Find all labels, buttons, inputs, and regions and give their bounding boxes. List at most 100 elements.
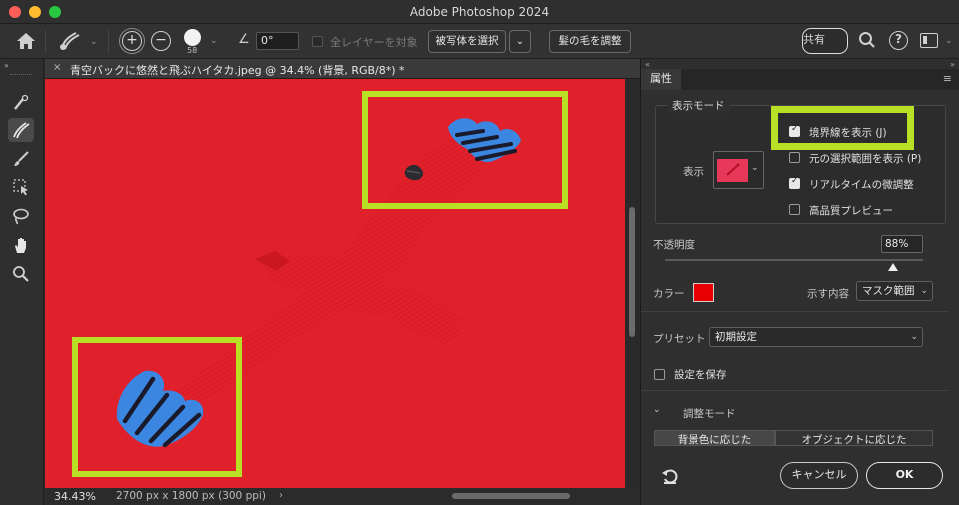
- tool-preset-chevron-icon[interactable]: ⌄: [90, 37, 98, 47]
- document-info: 2700 px x 1800 px (300 ppi): [116, 490, 266, 502]
- overlay-color-swatch[interactable]: [693, 283, 714, 302]
- hand-tool[interactable]: [8, 233, 34, 257]
- subtract-from-selection-button[interactable]: −: [151, 31, 171, 51]
- show-dropdown[interactable]: マスク範囲 ⌄: [856, 281, 933, 301]
- angle-icon: ∠: [238, 32, 250, 47]
- opacity-slider-track[interactable]: [665, 259, 923, 261]
- sample-all-layers-checkbox[interactable]: [312, 36, 323, 47]
- color-label: カラー: [653, 288, 685, 300]
- brush-size-preview-icon[interactable]: [184, 29, 201, 46]
- realtime-refine-checkbox[interactable]: [789, 176, 800, 189]
- divider: [641, 390, 949, 391]
- document-title: 青空バックに悠然と飛ぶハイタカ.jpeg @ 34.4% (背景, RGB/8*…: [70, 64, 405, 77]
- realtime-refine-option[interactable]: リアルタイムの微調整: [789, 176, 959, 191]
- hq-preview-label: 高品質プレビュー: [809, 205, 893, 217]
- view-mode-chevron-icon: ⌄: [751, 163, 759, 173]
- panel-tab-row: 属性 ≡: [641, 69, 959, 90]
- hawk-mask-overlay: [72, 91, 568, 477]
- zoom-icon: [13, 266, 29, 282]
- tools-panel: »: [0, 59, 44, 505]
- brush-tool[interactable]: [8, 147, 34, 171]
- highlight-box-show-edge: [771, 106, 914, 150]
- segment-color-aware[interactable]: 背景色に応じた: [654, 430, 775, 446]
- object-selection-tool[interactable]: [8, 175, 34, 199]
- quick-selection-icon: [14, 94, 29, 110]
- cancel-button[interactable]: キャンセル: [780, 462, 858, 489]
- horizontal-scroll-thumb[interactable]: [452, 493, 570, 499]
- view-mode-dropdown[interactable]: ⌄: [713, 151, 764, 189]
- reset-icon[interactable]: [661, 467, 679, 485]
- hand-icon: [15, 238, 26, 253]
- toolbar-grip[interactable]: [10, 74, 32, 76]
- collapse-panels-icon[interactable]: »: [950, 60, 955, 69]
- opacity-input[interactable]: 88%: [881, 235, 923, 253]
- sample-all-layers-label: 全レイヤーを対象: [330, 36, 418, 49]
- save-settings-label: 設定を保存: [674, 369, 727, 381]
- angle-input[interactable]: 0°: [256, 32, 299, 50]
- brush-size-chevron-icon[interactable]: ⌄: [210, 36, 218, 46]
- select-subject-dropdown-button[interactable]: ⌄: [509, 30, 531, 53]
- opacity-slider-thumb[interactable]: [888, 263, 898, 271]
- status-info-chevron-icon[interactable]: ›: [279, 490, 283, 501]
- panel-topbar: « »: [641, 59, 959, 69]
- window-title: Adobe Photoshop 2024: [409, 5, 550, 19]
- refine-brush-tool-icon[interactable]: [58, 31, 84, 51]
- share-button[interactable]: 共有: [802, 28, 848, 54]
- expand-chevron-icon[interactable]: ⌄: [653, 405, 661, 415]
- add-to-selection-button[interactable]: +: [119, 28, 145, 54]
- chevron-down-icon: ⌄: [910, 332, 918, 342]
- refine-edge-brush-icon: [13, 122, 30, 139]
- expand-panels-icon[interactable]: «: [645, 60, 650, 69]
- show-original-option[interactable]: 元の選択範囲を表示 (P): [789, 151, 959, 165]
- home-icon[interactable]: [16, 32, 36, 50]
- opacity-label: 不透明度: [653, 239, 695, 251]
- tab-properties[interactable]: 属性: [641, 69, 681, 90]
- help-icon[interactable]: ?: [889, 31, 908, 50]
- refine-hair-button[interactable]: 髪の毛を調整: [549, 30, 631, 53]
- adjust-mode-label: 調整モード: [683, 408, 736, 420]
- chevron-down-icon: ⌄: [920, 286, 928, 296]
- workspace-icon[interactable]: [920, 33, 938, 48]
- segment-object-aware[interactable]: オブジェクトに応じた: [775, 430, 933, 446]
- vertical-scrollbar[interactable]: [625, 79, 639, 488]
- view-mode-preview: [717, 159, 748, 182]
- status-bar: 34.43% 2700 px x 1800 px (300 ppi) ›: [45, 488, 640, 505]
- divider: [641, 311, 949, 312]
- select-subject-button[interactable]: 被写体を選択: [428, 30, 506, 53]
- panel-menu-icon[interactable]: ≡: [943, 72, 952, 85]
- title-bar: Adobe Photoshop 2024: [0, 0, 959, 24]
- zoom-level[interactable]: 34.43%: [54, 490, 96, 503]
- view-label: 表示: [683, 166, 704, 178]
- options-bar: ⌄ + − 58 ⌄ ∠ 0° 全レイヤーを対象 被写体を選択 ⌄ 髪の毛を調整…: [0, 24, 959, 59]
- brush-size-value: 58: [187, 46, 198, 55]
- vertical-scroll-thumb[interactable]: [629, 207, 635, 337]
- ok-button[interactable]: OK: [866, 462, 943, 489]
- show-dropdown-value: マスク範囲: [862, 285, 915, 297]
- quick-selection-tool[interactable]: [8, 91, 34, 115]
- realtime-refine-label: リアルタイムの微調整: [809, 179, 914, 191]
- refine-edge-brush-tool[interactable]: [8, 118, 34, 142]
- preset-dropdown-value: 初期設定: [715, 331, 757, 343]
- close-document-icon[interactable]: ×: [53, 62, 61, 73]
- preset-label: プリセット: [653, 333, 706, 345]
- brush-icon: [14, 151, 29, 166]
- lasso-icon: [13, 208, 29, 225]
- lasso-tool[interactable]: [8, 204, 34, 228]
- show-original-checkbox[interactable]: [789, 152, 800, 163]
- object-selection-icon: [13, 179, 28, 195]
- separator: [108, 30, 109, 53]
- search-icon[interactable]: [858, 31, 876, 49]
- collapse-toolbar-icon[interactable]: »: [4, 61, 9, 70]
- preset-dropdown[interactable]: 初期設定 ⌄: [709, 327, 923, 347]
- zoom-tool[interactable]: [8, 262, 34, 286]
- show-original-label: 元の選択範囲を表示 (P): [809, 153, 922, 165]
- document-tab[interactable]: × 青空バックに悠然と飛ぶハイタカ.jpeg @ 34.4% (背景, RGB/…: [45, 59, 640, 79]
- hq-preview-option[interactable]: 高品質プレビュー: [789, 203, 959, 217]
- canvas[interactable]: [45, 79, 625, 488]
- separator: [45, 30, 46, 53]
- properties-panel: « » 属性 ≡ 表示モード 表示 ⌄ 境界線を表示 (J) 元の選択範囲を表示…: [640, 59, 959, 505]
- workspace-chevron-icon[interactable]: ⌄: [945, 36, 953, 46]
- save-settings-checkbox[interactable]: [654, 369, 665, 380]
- hq-preview-checkbox[interactable]: [789, 204, 800, 215]
- view-mode-title: 表示モード: [667, 98, 730, 113]
